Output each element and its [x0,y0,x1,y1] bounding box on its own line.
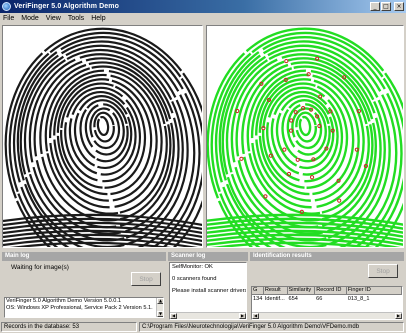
window-title: VeriFinger 5.0 Algorithm Demo [14,3,119,10]
log-line: OS: Windows XP Professional, Service Pac… [6,305,153,311]
scroll-right-icon[interactable]: ▶ [239,313,246,319]
fingerprint-image [3,27,202,247]
minimize-button[interactable]: _ [370,2,380,11]
minutia-marker [268,153,273,158]
minutia-marker [354,147,359,152]
scanner-log-line: Please install scanner drivers f [172,288,247,294]
menu-mode[interactable]: Mode [21,15,39,22]
log-line: VeriFinger 5.0 Algorithm Demo Version 5.… [6,298,122,304]
minutia-marker [239,156,244,161]
scanner-log-line: 0 scanners found [172,276,217,282]
scanner-log-panel: Scanner log SelfMonitor: OK 0 scanners f… [168,252,248,320]
menu-help[interactable]: Help [91,15,105,22]
close-button[interactable]: × [394,2,404,11]
minutia-marker [309,175,315,180]
scanner-log-line: SelfMonitor: OK [172,264,213,270]
records-count: Records in the database: 53 [1,322,137,332]
scroll-down-icon[interactable]: ▼ [157,311,163,317]
scanner-log-list[interactable]: SelfMonitor: OK 0 scanners found Please … [169,262,247,320]
column-header-finger-id[interactable]: Finger ID [346,287,402,295]
scroll-left-icon[interactable]: ◀ [252,313,259,319]
horizontal-scrollbar[interactable]: ◀ ▶ [252,312,402,319]
processed-image-pane[interactable] [206,25,404,248]
column-header-similarity[interactable]: Similarity [287,287,316,295]
column-header-record-id[interactable]: Record ID [315,287,347,295]
minutia-marker [337,198,342,203]
minutia-marker [263,194,268,199]
database-path: C:\Program Files\Neurotechnologija\VeriF… [139,322,404,332]
menu-bar: File Mode View Tools Help [0,13,406,24]
identification-header: Identification results [250,252,404,261]
minutia-marker [288,128,294,133]
cell-finger-id: 013_8_1 [347,296,370,302]
minutia-marker [295,157,300,162]
minutia-marker [317,123,322,129]
main-log-panel: Main log Waiting for image(s) Stop VeriF… [2,252,166,320]
identification-stop-button[interactable]: Stop [368,264,398,278]
column-header-result[interactable]: Result [263,287,288,295]
maximize-button[interactable]: □ [381,2,391,11]
main-log-status: Waiting for image(s) [11,264,69,271]
minutia-marker [286,171,292,177]
main-stop-button[interactable]: Stop [131,272,161,286]
main-log-header: Main log [2,252,166,261]
results-table[interactable]: G Result Similarity Record ID Finger ID … [251,286,403,320]
app-icon [2,2,11,11]
scroll-left-icon[interactable]: ◀ [170,313,177,319]
horizontal-scrollbar[interactable]: ◀ ▶ [170,312,246,319]
menu-file[interactable]: File [3,15,14,22]
status-bar: Records in the database: 53 C:\Program F… [0,321,406,333]
minutia-marker [261,126,266,131]
vertical-scrollbar[interactable]: ▲ ▼ [156,298,163,317]
cell-g: 134 [253,296,263,302]
scroll-right-icon[interactable]: ▶ [395,313,402,319]
window-controls: _ □ × [370,2,404,11]
menu-tools[interactable]: Tools [68,15,84,22]
scanner-log-header: Scanner log [168,252,248,261]
menu-view[interactable]: View [46,15,61,22]
table-header: G Result Similarity Record ID Finger ID [252,287,402,295]
cell-similarity: 654 [288,296,298,302]
fingerprint-ridges [3,27,202,247]
source-image-pane[interactable] [2,25,203,248]
minutia-marker [284,58,289,64]
minutia-marker [318,94,323,99]
minutia-marker [293,110,298,115]
fingerprint-features-image [207,27,403,247]
cell-result: Identif... [264,296,285,302]
minutia-marker [289,118,294,123]
table-row[interactable]: 134 Identif... 654 66 013_8_1 [252,295,402,303]
cell-record-id: 66 [316,296,323,302]
identification-results-panel: Identification results Stop G Result Sim… [250,252,404,320]
minutia-marker [282,147,287,152]
main-log-list[interactable]: VeriFinger 5.0 Algorithm Demo Version 5.… [4,297,164,318]
fingerprint-ridges [207,27,403,247]
minutia-marker [235,108,240,114]
title-bar: VeriFinger 5.0 Algorithm Demo _ □ × [0,0,406,13]
scroll-up-icon[interactable]: ▲ [157,298,163,304]
column-header-g[interactable]: G [252,287,264,295]
